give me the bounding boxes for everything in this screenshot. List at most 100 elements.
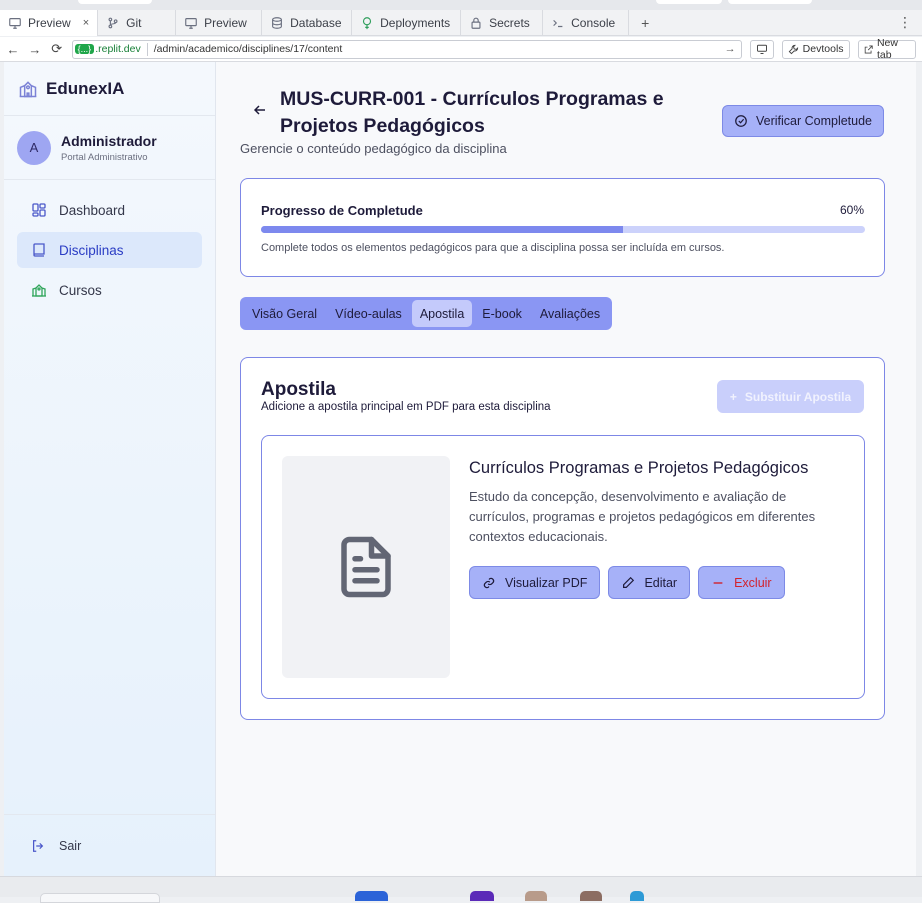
- file-description: Estudo da concepção, desenvolvimento e a…: [469, 489, 816, 544]
- logout-button[interactable]: Sair: [4, 814, 215, 876]
- tab-avaliacoes[interactable]: Avaliações: [532, 300, 608, 327]
- user-info: Administrador Portal Administrativo: [61, 133, 157, 163]
- progress-card: Progresso de Completude 60% Complete tod…: [240, 178, 885, 277]
- open-new-tab-button[interactable]: New tab: [857, 37, 916, 61]
- progress-label: Progresso de Completude: [261, 203, 423, 218]
- device-preview-button[interactable]: [749, 39, 774, 59]
- section-title: Apostila: [261, 379, 336, 400]
- url-input[interactable]: {...} .replit.dev /admin/academico/disci…: [71, 39, 742, 59]
- wrench-icon: [788, 44, 798, 54]
- user-name: Administrador: [61, 132, 157, 149]
- minus-icon: [713, 581, 723, 584]
- taskbar-app-icon[interactable]: [580, 891, 602, 901]
- device-icon: [756, 44, 767, 54]
- replace-label: Substituir Apostila: [744, 389, 852, 404]
- tab-preview[interactable]: Preview ×: [0, 10, 99, 36]
- link-icon: [483, 577, 495, 588]
- content-tabs: Visão Geral Vídeo-aulas Apostila E-book …: [240, 297, 613, 330]
- taskbar-app-icon[interactable]: [470, 891, 494, 901]
- terminal-icon: [553, 19, 563, 28]
- edit-button[interactable]: Editar: [608, 566, 691, 599]
- tab-label: Preview: [204, 16, 247, 30]
- new-tab-button[interactable]: +: [629, 10, 661, 35]
- back-arrow-icon[interactable]: [252, 102, 268, 118]
- taskbar-app-icon[interactable]: [630, 891, 644, 901]
- close-icon[interactable]: ×: [83, 17, 89, 29]
- tab-preview-2[interactable]: Preview: [176, 10, 263, 36]
- logout-icon: [33, 839, 44, 852]
- url-divider: [146, 42, 148, 56]
- browser-tab-bar: Preview × Git Preview Database Deploymen…: [0, 10, 922, 36]
- main-content: MUS-CURR-001 - Currículos Programas e Pr…: [216, 62, 916, 876]
- page-title: MUS-CURR-001 - Currículos Programas e Pr…: [280, 88, 664, 137]
- user-profile: A Administrador Portal Administrativo: [4, 116, 215, 180]
- devtools-label: Devtools: [802, 43, 844, 55]
- pencil-icon: [623, 576, 635, 588]
- os-strip-pill: [728, 0, 812, 4]
- reload-icon[interactable]: ⟳: [50, 41, 64, 57]
- monitor-icon: [185, 18, 197, 29]
- tab-apostila[interactable]: Apostila: [411, 300, 473, 327]
- sidebar-item-cursos[interactable]: Cursos: [17, 272, 202, 308]
- verify-completeness-button[interactable]: Verificar Completude: [722, 105, 884, 137]
- tab-label: Git: [126, 16, 142, 30]
- school-icon: [32, 284, 46, 297]
- devtools-button[interactable]: Devtools: [781, 39, 850, 59]
- os-top-strip: [0, 0, 922, 10]
- sidebar-item-label: Cursos: [59, 282, 102, 298]
- tab-video-aulas[interactable]: Vídeo-aulas: [327, 300, 410, 327]
- edit-label: Editar: [644, 575, 678, 590]
- progress-bar: [261, 226, 865, 233]
- os-taskbar: [0, 876, 922, 903]
- progress-fill: [261, 226, 624, 233]
- check-circle-icon: [735, 115, 747, 127]
- document-icon: [341, 536, 391, 598]
- back-nav-icon[interactable]: ←: [6, 41, 20, 57]
- tab-git[interactable]: Git: [98, 10, 177, 36]
- more-menu-icon[interactable]: ⋮: [888, 10, 922, 35]
- monitor-icon: [9, 18, 21, 29]
- tab-secrets[interactable]: Secrets: [461, 10, 544, 36]
- git-branch-icon: [108, 17, 118, 29]
- tab-deployments[interactable]: Deployments: [352, 10, 462, 36]
- grid-icon: [32, 203, 46, 217]
- taskbar-search[interactable]: [40, 893, 160, 903]
- sidebar-item-dashboard[interactable]: Dashboard: [17, 192, 202, 228]
- taskbar-app-icon[interactable]: [525, 891, 547, 901]
- file-actions: Visualizar PDF Editar Excluir: [469, 566, 785, 599]
- delete-button[interactable]: Excluir: [698, 566, 785, 599]
- tab-label: Secrets: [489, 16, 530, 30]
- progress-value: 60%: [839, 203, 864, 217]
- tab-database[interactable]: Database: [262, 10, 353, 36]
- url-path: /admin/academico/disciplines/17/content: [153, 43, 343, 55]
- url-host-tag: {...}: [74, 44, 95, 54]
- verify-label: Verificar Completude: [755, 114, 873, 128]
- avatar: A: [17, 130, 51, 165]
- section-subtitle: Adicione a apostila principal em PDF par…: [261, 401, 551, 413]
- tab-label: Console: [571, 16, 616, 30]
- school-building-icon: [19, 80, 37, 97]
- taskbar-app-icon[interactable]: [355, 891, 388, 901]
- user-role: Portal Administrativo: [61, 151, 148, 163]
- sidebar-item-disciplinas[interactable]: Disciplinas: [17, 232, 202, 268]
- url-host: {...} .replit.dev: [74, 43, 141, 55]
- book-icon: [33, 243, 45, 257]
- tab-label: Preview: [28, 16, 71, 30]
- delete-label: Excluir: [734, 575, 772, 590]
- sidebar: EdunexIA A Administrador Portal Administ…: [4, 62, 216, 876]
- sidebar-item-label: Dashboard: [59, 202, 126, 218]
- os-strip-pill: [656, 0, 722, 4]
- replace-apostila-button[interactable]: + Substituir Apostila: [717, 380, 864, 413]
- tab-console[interactable]: Console: [543, 10, 630, 36]
- tab-visao-geral[interactable]: Visão Geral: [244, 300, 325, 327]
- sidebar-nav: Dashboard Disciplinas Cursos: [4, 180, 215, 320]
- forward-nav-icon[interactable]: →: [28, 41, 42, 57]
- sidebar-item-label: Disciplinas: [59, 242, 124, 258]
- page-subtitle: Gerencie o conteúdo pedagógico da discip…: [240, 141, 507, 156]
- brand[interactable]: EdunexIA: [4, 62, 215, 116]
- view-pdf-button[interactable]: Visualizar PDF: [469, 566, 601, 599]
- tab-ebook[interactable]: E-book: [474, 300, 530, 327]
- open-external-icon[interactable]: →: [725, 43, 739, 55]
- view-pdf-label: Visualizar PDF: [505, 575, 588, 590]
- pdf-thumbnail: [282, 456, 450, 678]
